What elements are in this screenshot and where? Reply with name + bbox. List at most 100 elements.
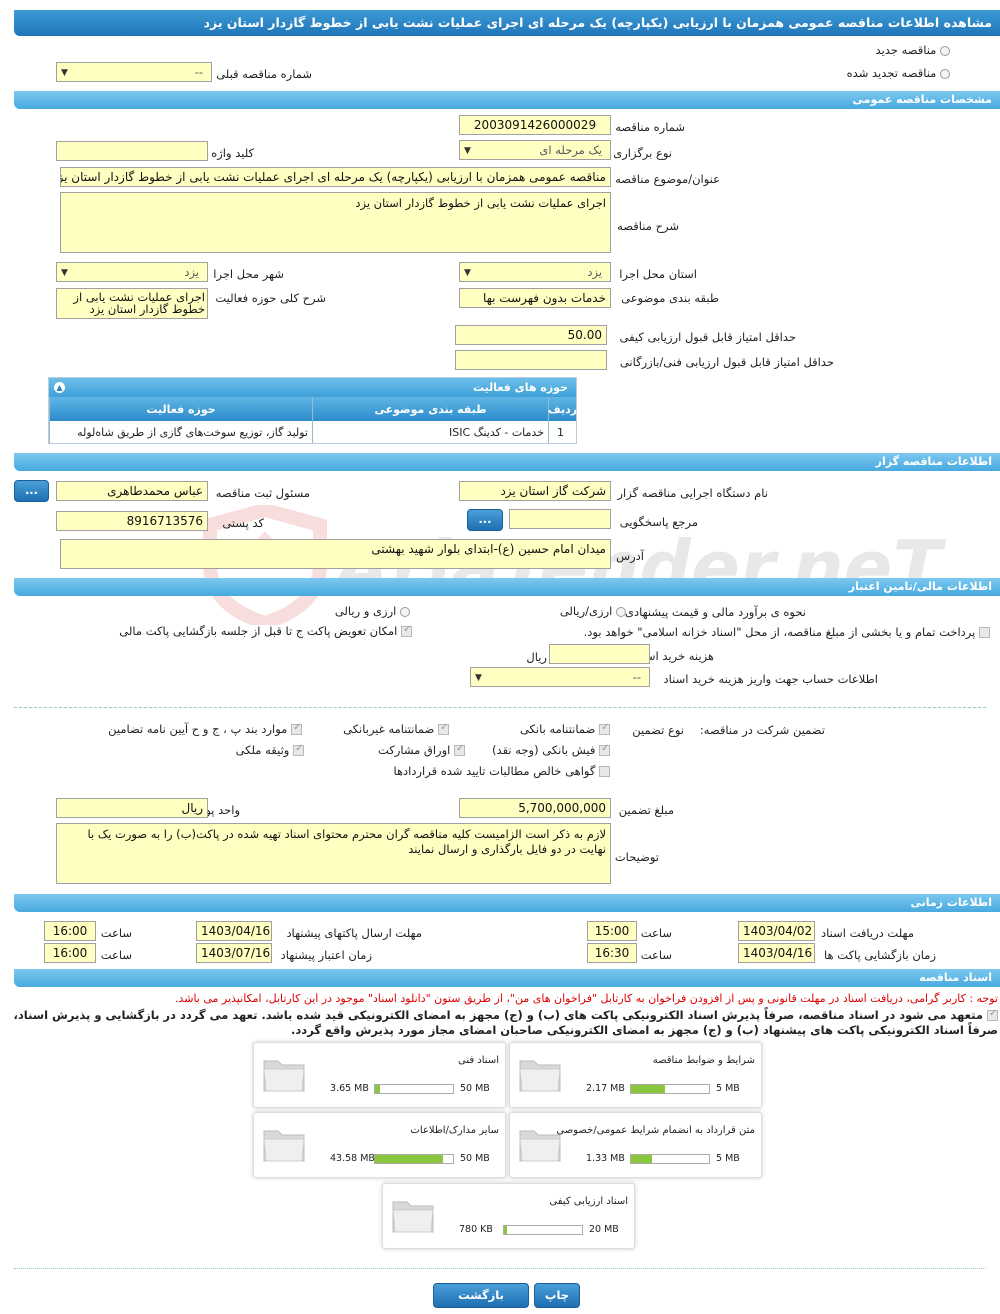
guarantee-claims-checkbox[interactable]: گواهی خالص مطالبات تایید شده قراردادها: [393, 764, 610, 778]
document-name: متن قرارداد به انضمام شرایط عمومی/خصوصی: [556, 1125, 755, 1136]
document-card[interactable]: شرایط و ضوابط مناقصه 5 MB 2.17 MB: [509, 1042, 762, 1108]
document-card[interactable]: اسناد ارزیابی کیفی 20 MB 780 KB: [382, 1183, 635, 1249]
min-quality-field[interactable]: 50.00: [455, 325, 607, 345]
holding-type-value: یک مرحله ای: [539, 143, 602, 157]
section-general: مشخصات مناقصه عمومی: [14, 91, 1000, 109]
keyword-field[interactable]: [56, 141, 208, 161]
swap-envelope-checkbox[interactable]: امکان تعویض پاکت ج تا قبل از جلسه بازگشا…: [119, 624, 412, 638]
account-select[interactable]: -- ▼: [470, 667, 650, 687]
org-field[interactable]: شرکت گاز استان یزد: [459, 481, 611, 501]
document-max-size: 20 MB: [589, 1224, 619, 1235]
guarantee-property-checkbox[interactable]: وثیقه ملکی: [236, 743, 304, 757]
document-max-size: 50 MB: [460, 1083, 490, 1094]
folder-icon: [263, 1130, 305, 1162]
table-cell: تولید گاز، توزیع سوخت‌های گازی از طریق ش…: [49, 421, 312, 443]
account-value: --: [632, 670, 641, 684]
print-button[interactable]: چاپ: [534, 1283, 580, 1308]
estimate-option-currency-and-rial[interactable]: ارزی و ریالی: [335, 604, 410, 618]
category-label: طبقه بندی موضوعی: [621, 291, 719, 305]
reference-label: مرجع پاسخگویی: [619, 515, 698, 529]
activity-label: شرح کلی حوزه فعالیت: [215, 291, 326, 305]
validity-time-field[interactable]: 16:00: [44, 943, 96, 963]
renewed-tender-radio[interactable]: مناقصه تجدید شده: [847, 66, 950, 80]
min-tech-field[interactable]: [455, 350, 607, 370]
guarantee-regulation-checkbox[interactable]: موارد بند پ ، ج و ح آیین نامه تضامین: [108, 722, 302, 736]
postal-code-label: کد پستی: [222, 516, 264, 530]
guarantee-cash-checkbox[interactable]: فیش بانکی (وجه نقد): [492, 743, 610, 757]
submit-deadline-label: مهلت ارسال پاکتهای پیشنهاد: [286, 926, 422, 940]
guarantee-option-label: فیش بانکی (وجه نقد): [492, 743, 596, 757]
description-field[interactable]: اجرای عملیات نشت یابی از خطوط گازدار است…: [60, 192, 611, 253]
swap-envelope-label: امکان تعویض پاکت ج تا قبل از جلسه بازگشا…: [119, 624, 398, 638]
tender-number-label: شماره مناقصه: [615, 120, 685, 134]
holding-type-label: نوع برگزاری: [613, 146, 672, 160]
city-select[interactable]: یزد ▼: [56, 262, 208, 282]
activity-table-title: حوزه های فعالیت: [473, 381, 568, 394]
estimate-option-currency-rial[interactable]: ارزی/ریالی: [560, 604, 626, 618]
collapse-icon[interactable]: ▲: [54, 382, 65, 393]
responsible-lookup-button[interactable]: ...: [14, 480, 49, 502]
reference-field[interactable]: [509, 509, 611, 529]
receive-date-field[interactable]: 1403/04/02: [738, 921, 815, 941]
section-documents: اسناد مناقصه: [14, 969, 1000, 987]
postal-code-field[interactable]: 8916713576: [56, 511, 208, 531]
folder-icon: [392, 1201, 434, 1233]
activity-field[interactable]: اجرای عملیات نشت یابی از خطوط گازدار است…: [56, 288, 208, 319]
doc-cost-field[interactable]: [549, 644, 650, 664]
submit-date-field[interactable]: 1403/04/16: [196, 921, 272, 941]
address-field[interactable]: میدان امام حسین (ع)-ابتدای بلوار شهید به…: [60, 539, 611, 569]
table-cell: خدمات - کدینگ ISIC: [312, 421, 548, 443]
reference-lookup-button[interactable]: ...: [467, 509, 503, 531]
tender-number-field[interactable]: 2003091426000029: [459, 115, 611, 135]
time-label: ساعت: [640, 948, 672, 962]
document-card[interactable]: سایر مدارک/اطلاعات 50 MB 43.58 MB: [253, 1112, 506, 1178]
guarantee-amount-field[interactable]: 5,700,000,000: [459, 798, 611, 818]
time-label: ساعت: [640, 926, 672, 940]
prev-tender-select[interactable]: -- ▼: [56, 62, 212, 82]
currency-field[interactable]: ریال: [56, 798, 208, 818]
opening-label: زمان بازگشایی پاکت ها: [824, 948, 936, 962]
prev-tender-value: --: [194, 65, 203, 79]
treasury-checkbox[interactable]: پرداخت تمام و یا بخشی از مبلغ مناقصه، از…: [584, 625, 990, 639]
new-tender-radio[interactable]: مناقصه جدید: [876, 43, 950, 57]
guarantee-option-label: ضمانتنامه غیربانکی: [343, 722, 435, 736]
opening-time-field[interactable]: 16:30: [587, 943, 637, 963]
upload-progress-bar: [374, 1084, 454, 1094]
back-button[interactable]: بازگشت: [433, 1283, 529, 1308]
document-name: اسناد ارزیابی کیفی: [549, 1196, 628, 1207]
submit-time-field[interactable]: 16:00: [44, 921, 96, 941]
time-label: ساعت: [100, 948, 132, 962]
estimate-option-label: ارزی و ریالی: [334, 604, 397, 618]
receive-time-field[interactable]: 15:00: [587, 921, 637, 941]
estimate-option-label: ارزی/ریالی: [559, 604, 613, 618]
chevron-down-icon: ▼: [475, 673, 482, 683]
subject-field[interactable]: مناقصه عمومی همزمان با ارزیابی (یکپارچه)…: [60, 167, 611, 187]
document-size: 43.58 MB: [330, 1153, 375, 1164]
document-card[interactable]: اسناد فنی 50 MB 3.65 MB: [253, 1042, 506, 1108]
guarantee-bank-checkbox[interactable]: ضمانتنامه بانکی: [520, 722, 610, 736]
holding-type-select[interactable]: یک مرحله ای ▼: [459, 140, 611, 160]
section-financial: اطلاعات مالی/تامین اعتبار: [14, 578, 1000, 596]
section-organizer: اطلاعات مناقصه گزار: [14, 453, 1000, 471]
validity-date-field[interactable]: 1403/07/16: [196, 943, 272, 963]
table-row: 1 خدمات - کدینگ ISIC تولید گاز، توزیع سو…: [49, 421, 576, 443]
province-select[interactable]: یزد ▼: [459, 262, 611, 282]
notes-field[interactable]: لازم به ذکر است الزامیست کلیه مناقصه گرا…: [56, 823, 611, 884]
doc-cost-currency: ریال: [526, 650, 547, 664]
upload-progress-bar: [503, 1225, 583, 1235]
guarantee-type-label: نوع تضمین: [632, 723, 684, 737]
city-label: شهر محل اجرا: [213, 267, 284, 281]
document-card[interactable]: متن قرارداد به انضمام شرایط عمومی/خصوصی 5…: [509, 1112, 762, 1178]
document-max-size: 5 MB: [716, 1083, 740, 1094]
divider: [14, 707, 986, 708]
opening-date-field[interactable]: 1403/04/16: [738, 943, 815, 963]
guarantee-bonds-checkbox[interactable]: اوراق مشارکت: [378, 743, 465, 757]
guarantee-option-label: وثیقه ملکی: [235, 743, 290, 757]
guarantee-nonbank-checkbox[interactable]: ضمانتنامه غیربانکی: [343, 722, 449, 736]
section-timing: اطلاعات زمانی: [14, 894, 1000, 912]
commitment-checkbox[interactable]: [987, 1008, 998, 1021]
org-label: نام دستگاه اجرایی مناقصه گزار: [617, 486, 768, 500]
category-field[interactable]: خدمات بدون فهرست بها: [459, 288, 611, 308]
responsible-field[interactable]: عباس محمدطاهری: [56, 481, 208, 501]
estimate-label: نحوه ی برآورد مالی و قیمت پیشنهادی: [624, 605, 806, 619]
